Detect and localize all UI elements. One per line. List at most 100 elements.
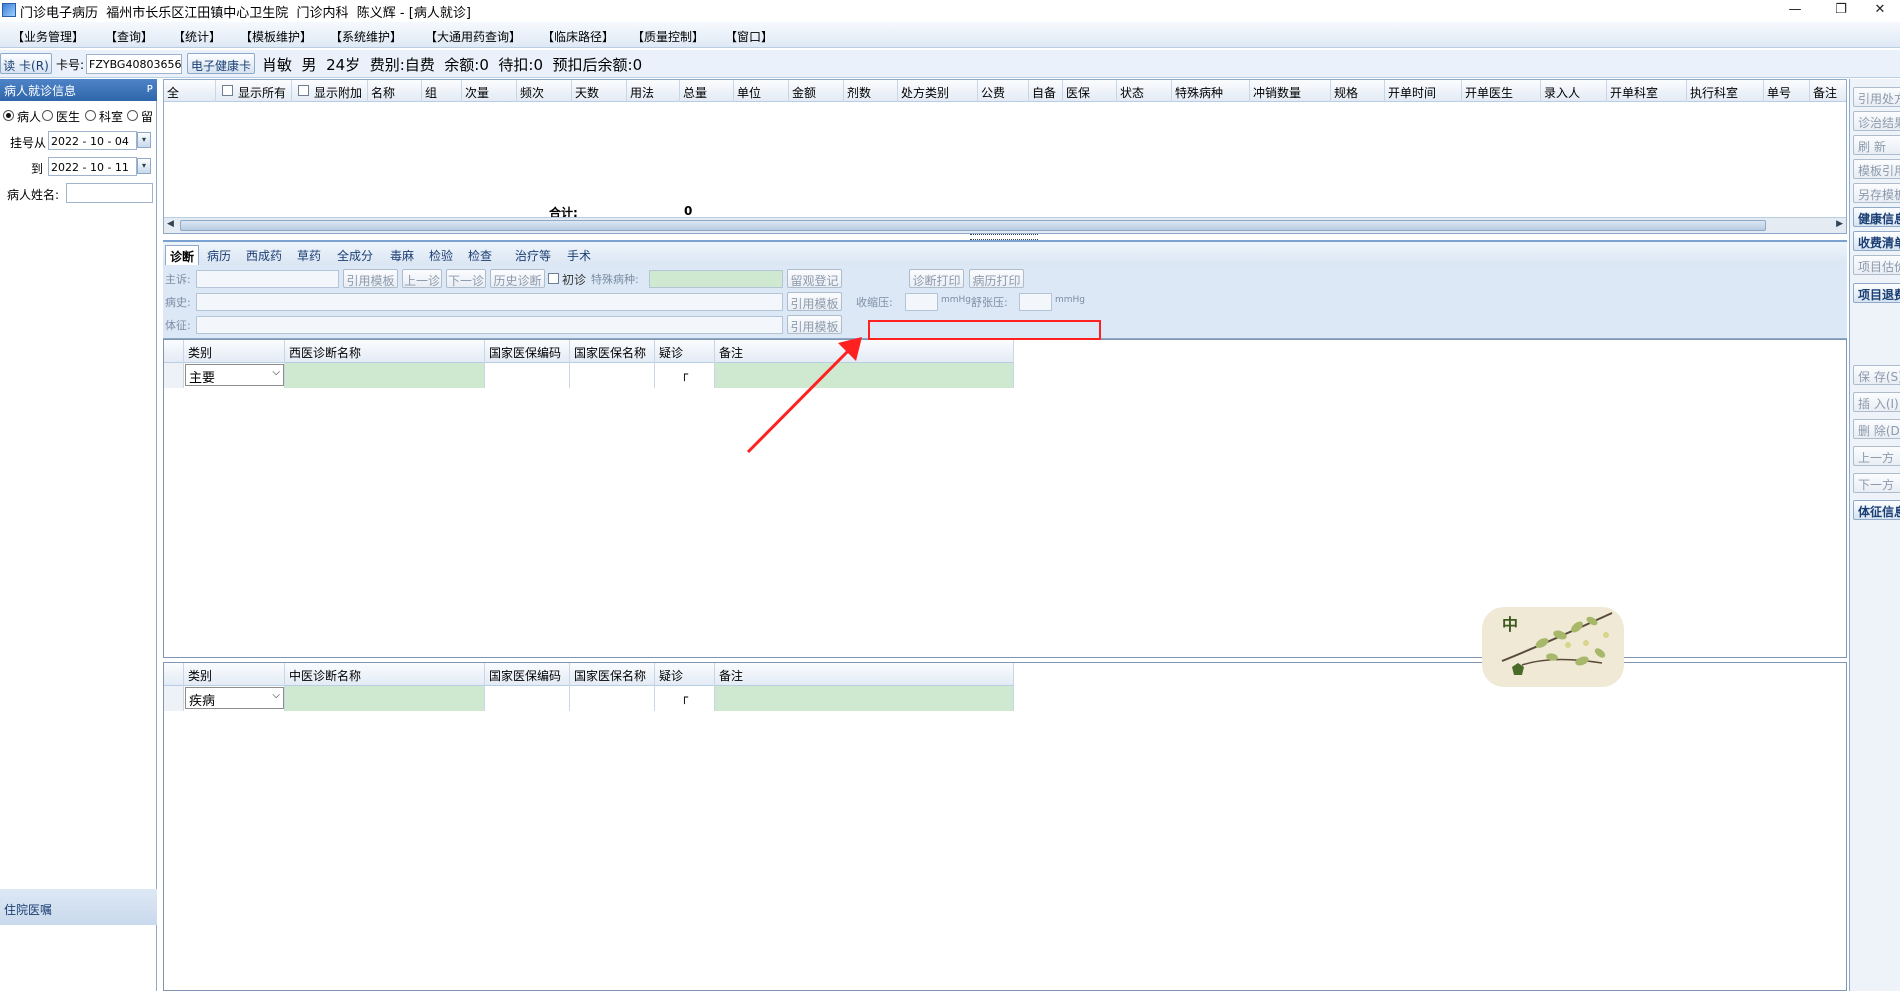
- tab-western-drug[interactable]: 西成药: [242, 245, 286, 265]
- col-show-all[interactable]: 显示所有: [216, 80, 292, 102]
- col-reverse-qty[interactable]: 冲销数量: [1250, 80, 1331, 102]
- col-self[interactable]: 自备: [1029, 80, 1063, 102]
- health-card-button[interactable]: 电子健康卡: [187, 53, 255, 74]
- col-doses[interactable]: 剂数: [844, 80, 898, 102]
- col-name[interactable]: 名称: [368, 80, 422, 102]
- row-selector[interactable]: [164, 363, 184, 388]
- insurance-code-cell[interactable]: [485, 363, 570, 388]
- tcm-diag-name-cell[interactable]: [285, 686, 485, 711]
- header-insurance-name[interactable]: 国家医保名称: [570, 663, 655, 686]
- remark-cell[interactable]: [715, 686, 1014, 711]
- header-type[interactable]: 类别: [184, 663, 285, 686]
- col-all[interactable]: 全: [164, 80, 216, 102]
- health-info-button[interactable]: 健康信息: [1853, 207, 1900, 227]
- first-visit-checkbox[interactable]: [548, 273, 559, 284]
- close-button[interactable]: ✕: [1860, 0, 1900, 22]
- col-order-no[interactable]: 单号: [1764, 80, 1810, 102]
- col-exec-dept[interactable]: 执行科室: [1687, 80, 1764, 102]
- col-unit[interactable]: 单位: [734, 80, 789, 102]
- insurance-name-cell[interactable]: [570, 363, 655, 388]
- complaint-input[interactable]: [196, 270, 339, 288]
- insurance-name-cell[interactable]: [570, 686, 655, 711]
- reg-from-date[interactable]: 2022 - 10 - 04: [48, 131, 137, 150]
- menu-system[interactable]: 【系统维护】: [330, 28, 402, 45]
- quote-template-button-2[interactable]: 引用模板: [787, 292, 842, 311]
- col-days[interactable]: 天数: [572, 80, 627, 102]
- show-extra-checkbox[interactable]: [298, 85, 309, 96]
- scrollbar-thumb[interactable]: [180, 220, 1766, 231]
- diastolic-input[interactable]: [1019, 293, 1052, 311]
- col-open-doctor[interactable]: 开单医生: [1462, 80, 1541, 102]
- col-remark[interactable]: 备注: [1810, 80, 1848, 102]
- menu-clinical-path[interactable]: 【临床路径】: [542, 28, 614, 45]
- header-western-diag-name[interactable]: 西医诊断名称: [285, 340, 485, 363]
- header-type[interactable]: 类别: [184, 340, 285, 363]
- col-rx-type[interactable]: 处方类别: [898, 80, 978, 102]
- save-button[interactable]: 保 存(S): [1853, 365, 1900, 385]
- tab-record[interactable]: 病历: [203, 245, 235, 265]
- next-visit-button[interactable]: 下一诊: [446, 269, 486, 288]
- item-refund-button[interactable]: 项目退费: [1853, 283, 1900, 303]
- tab-exam[interactable]: 检查: [464, 245, 496, 265]
- col-spec[interactable]: 规格: [1331, 80, 1385, 102]
- menu-window[interactable]: 【窗口】: [725, 28, 773, 45]
- col-open-dept[interactable]: 开单科室: [1607, 80, 1687, 102]
- header-remark[interactable]: 备注: [715, 663, 1014, 686]
- col-open-time[interactable]: 开单时间: [1385, 80, 1462, 102]
- delete-button[interactable]: 删 除(D): [1853, 419, 1900, 439]
- col-public[interactable]: 公费: [978, 80, 1029, 102]
- patient-name-input[interactable]: [66, 183, 153, 203]
- tab-treatment[interactable]: 治疗等: [511, 245, 555, 265]
- radio-dept[interactable]: [85, 110, 96, 121]
- next-rx-button[interactable]: 下一方: [1853, 473, 1900, 493]
- sign-input[interactable]: [196, 316, 783, 334]
- refresh-button[interactable]: 刷 新: [1853, 135, 1900, 155]
- item-estimate-button[interactable]: 项目估价: [1853, 255, 1900, 275]
- header-suspect[interactable]: 疑诊: [655, 340, 715, 363]
- western-diag-name-cell[interactable]: [285, 363, 485, 388]
- read-card-button[interactable]: 读 卡(R): [0, 53, 52, 74]
- reg-to-date[interactable]: 2022 - 10 - 11: [48, 157, 137, 176]
- history-diag-button[interactable]: 历史诊断: [490, 269, 545, 288]
- col-insurance[interactable]: 医保: [1063, 80, 1117, 102]
- tab-herbal[interactable]: 草药: [293, 245, 325, 265]
- inpatient-orders-header[interactable]: 住院医嘱: [0, 889, 157, 925]
- scroll-left-icon[interactable]: ◀: [167, 219, 174, 229]
- diag-result-button[interactable]: 诊治结果: [1853, 111, 1900, 131]
- menu-query[interactable]: 【查询】: [105, 28, 153, 45]
- show-all-checkbox[interactable]: [222, 85, 233, 96]
- save-as-template-button[interactable]: 另存模板: [1853, 183, 1900, 203]
- radio-doctor[interactable]: [42, 110, 53, 121]
- vitals-info-button[interactable]: 体征信息: [1853, 500, 1900, 520]
- insert-button[interactable]: 插 入(I): [1853, 392, 1900, 412]
- tab-surgery[interactable]: 手术: [563, 245, 595, 265]
- diag-print-button[interactable]: 诊断打印: [909, 269, 964, 288]
- quote-template-button[interactable]: 引用模板: [343, 269, 398, 288]
- col-total[interactable]: 总量: [680, 80, 734, 102]
- menu-quality[interactable]: 【质量控制】: [632, 28, 704, 45]
- suspect-checkbox[interactable]: ┌: [655, 363, 715, 388]
- col-status[interactable]: 状态: [1117, 80, 1172, 102]
- tab-lab[interactable]: 检验: [425, 245, 457, 265]
- menu-template[interactable]: 【模板维护】: [240, 28, 312, 45]
- menu-business[interactable]: 【业务管理】: [12, 28, 84, 45]
- scroll-right-icon[interactable]: ▶: [1836, 219, 1843, 229]
- insurance-code-cell[interactable]: [485, 686, 570, 711]
- history-input[interactable]: [196, 293, 783, 311]
- header-insurance-code[interactable]: 国家医保编码: [485, 663, 570, 686]
- tab-diagnosis[interactable]: 诊断: [165, 245, 200, 265]
- template-quote-button[interactable]: 模板引用: [1853, 159, 1900, 179]
- type-select[interactable]: 主要 ⌵: [185, 364, 284, 386]
- suspect-checkbox[interactable]: ┌: [655, 686, 715, 711]
- col-amount[interactable]: 金额: [789, 80, 844, 102]
- type-select[interactable]: 疾病 ⌵: [185, 687, 284, 709]
- col-show-extra[interactable]: 显示附加: [292, 80, 368, 102]
- quote-rx-button[interactable]: 引用处方: [1853, 87, 1900, 107]
- header-suspect[interactable]: 疑诊: [655, 663, 715, 686]
- header-insurance-code[interactable]: 国家医保编码: [485, 340, 570, 363]
- header-insurance-name[interactable]: 国家医保名称: [570, 340, 655, 363]
- horizontal-scrollbar[interactable]: ◀ ▶: [164, 217, 1846, 233]
- restore-button[interactable]: ❐: [1821, 0, 1861, 22]
- row-selector[interactable]: [164, 686, 184, 711]
- radio-patient[interactable]: [3, 110, 14, 121]
